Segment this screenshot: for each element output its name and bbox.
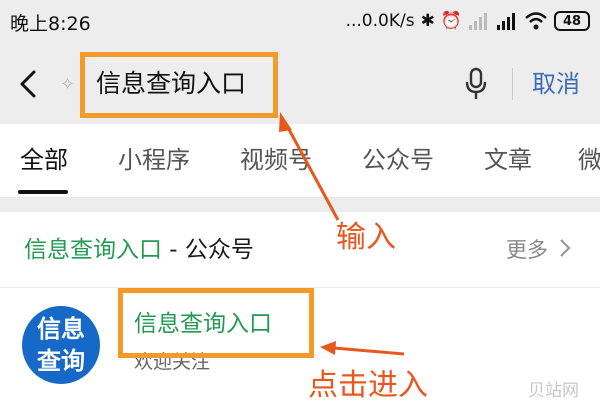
microphone-icon[interactable]: [462, 64, 490, 104]
account-avatar: 信息 查询: [22, 306, 100, 384]
search-icon: ✧: [60, 74, 76, 95]
network-speed: ...0.0K/s: [345, 11, 415, 31]
alarm-icon: ⏰: [440, 10, 462, 31]
chevron-right-icon: [560, 239, 571, 257]
bluetooth-icon: ✱: [420, 10, 435, 31]
signal-icon: [469, 13, 487, 30]
wifi-icon: [525, 12, 547, 30]
more-link[interactable]: 更多: [506, 234, 574, 266]
tab-more-partial[interactable]: 微: [578, 144, 600, 176]
annotation-input: 输入: [336, 220, 396, 255]
section-gap: [0, 198, 600, 212]
watermark: 贝站网: [528, 381, 579, 401]
section-title-suffix: - 公众号: [162, 237, 254, 263]
avatar-text-line1: 信息: [37, 315, 85, 343]
search-divider: [512, 68, 513, 100]
category-tabs: 全部 小程序 视频号 公众号 文章 微: [0, 124, 600, 198]
status-time: 晚上8:26: [10, 13, 91, 35]
tab-articles[interactable]: 文章: [484, 144, 532, 176]
tab-official-accounts[interactable]: 公众号: [362, 144, 434, 176]
tab-all[interactable]: 全部: [20, 144, 68, 176]
avatar-text-line2: 查询: [37, 347, 85, 375]
annotation-click-enter: 点击进入: [308, 368, 428, 403]
cancel-button[interactable]: 取消: [532, 64, 580, 104]
status-indicators: ...0.0K/s ✱ ⏰ 48: [346, 8, 590, 34]
section-title-highlight: 信息查询入口: [24, 237, 162, 263]
status-bar: 晚上8:26 ...0.0K/s ✱ ⏰ 48: [0, 0, 600, 44]
active-tab-indicator: [18, 190, 68, 194]
section-title: 信息查询入口 - 公众号: [24, 234, 254, 266]
highlight-box-result: [118, 288, 314, 358]
tab-channels[interactable]: 视频号: [240, 144, 312, 176]
battery-indicator: 48: [554, 11, 590, 31]
tab-mini-programs[interactable]: 小程序: [118, 144, 190, 176]
more-label: 更多: [506, 238, 548, 262]
back-arrow-icon[interactable]: [16, 64, 40, 104]
signal-icon-2: [497, 13, 515, 30]
highlight-box-search: [80, 52, 278, 118]
section-header: 信息查询入口 - 公众号 更多: [0, 212, 600, 288]
